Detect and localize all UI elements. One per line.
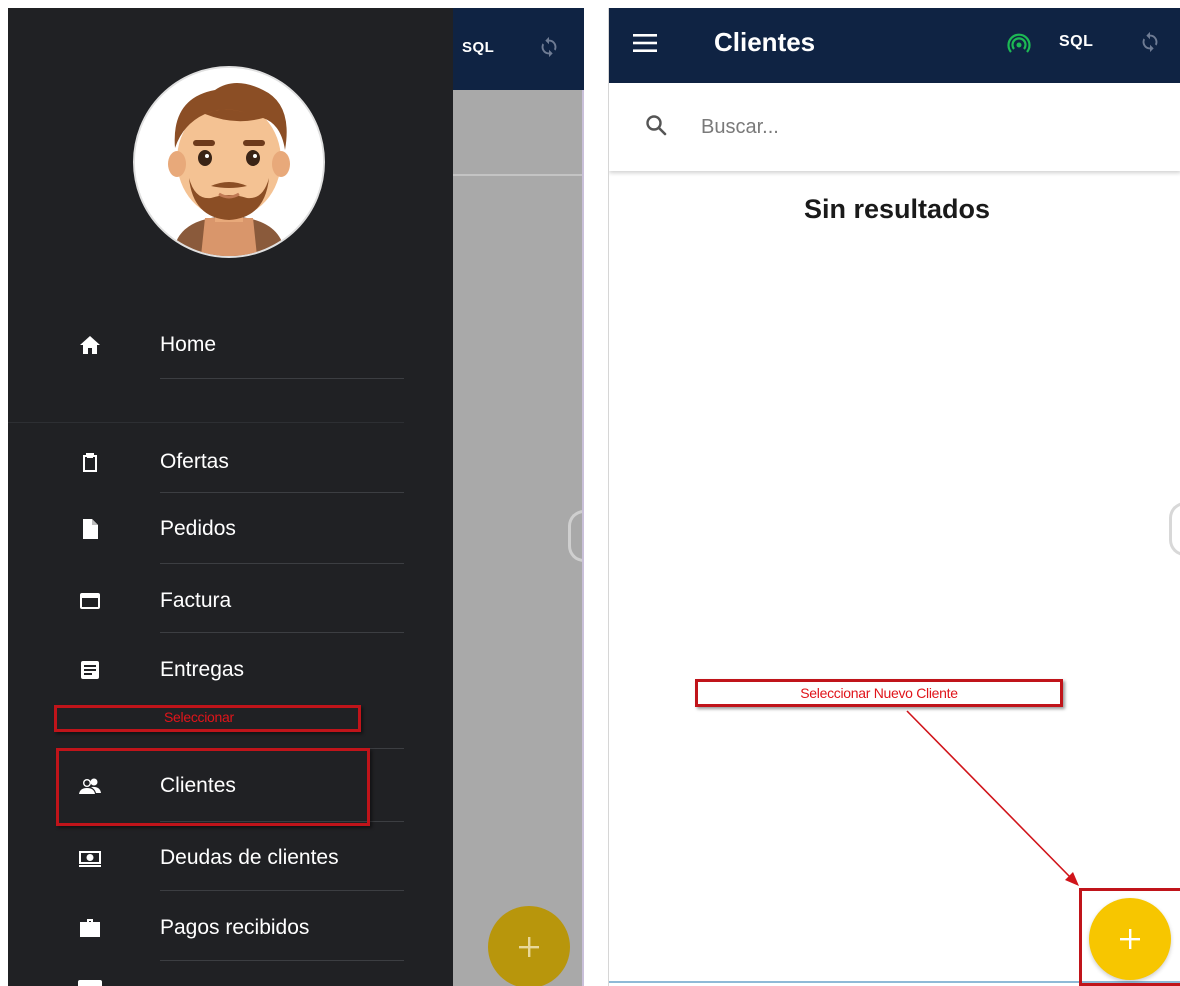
left-screen-drawer-open: SQL Home Ofertas Pedidos Factura Entrega… [8,8,584,986]
right-screen-clientes: Clientes SQL Sin resultados Seleccionar … [608,8,1180,986]
divider [160,890,404,891]
drawer-item-label: Deudas de clientes [160,846,339,869]
add-button-dimmed [488,906,570,986]
home-icon [80,336,100,354]
drawer-item-label: Home [160,333,217,356]
drawer-item-pagos-recibidos[interactable]: Pagos recibidos [8,898,453,958]
briefcase-icon [80,919,100,937]
plus-icon [519,937,539,957]
search-input[interactable] [701,109,1141,145]
drawer-item-entregas[interactable]: Entregas [8,640,453,700]
divider [160,960,404,961]
drawer-item-label: Factura [160,589,232,612]
avatar[interactable] [133,66,325,258]
sql-label[interactable]: SQL [462,39,494,56]
drawer-item-ofertas[interactable]: Ofertas [8,432,453,492]
divider [160,492,404,493]
annotation-box-clientes [56,748,370,826]
search-bar [609,83,1180,171]
money-icon [79,851,101,867]
list-document-icon [81,661,99,679]
page-title: Clientes [714,27,816,57]
drawer-item-partial [78,980,102,986]
drawer-item-label: Pagos recibidos [160,916,310,939]
divider [160,563,404,564]
sync-icon[interactable] [538,36,560,58]
annotation-callout: Seleccionar Nuevo Cliente [695,679,1063,707]
divider [160,632,404,633]
drawer-item-pedidos[interactable]: Pedidos [8,499,453,559]
drawer-item-home[interactable]: Home [8,315,453,375]
edge-handle [1169,502,1180,556]
avatar-illustration [135,68,323,256]
annotation-label: Seleccionar [164,709,234,725]
screenshot-canvas: SQL Home Ofertas Pedidos Factura Entrega… [0,0,1180,986]
annotation-box-add-button [1079,888,1180,986]
search-icon [646,115,667,136]
divider [452,174,584,176]
sql-label[interactable]: SQL [1059,33,1093,51]
right-app-bar: Clientes SQL [609,8,1180,83]
empty-state-message: Sin resultados [803,194,991,224]
hamburger-menu-icon[interactable] [633,33,657,53]
divider [160,378,404,379]
drawer-item-deudas-de-clientes[interactable]: Deudas de clientes [8,828,453,888]
credit-card-icon [80,593,100,609]
drawer-item-factura[interactable]: Factura [8,571,453,631]
drawer-item-label: Entregas [160,658,245,681]
clipboard-icon [83,453,97,472]
drawer-item-label: Ofertas [160,450,229,473]
screen-border [582,90,584,986]
signal-icon[interactable] [1007,32,1031,56]
divider [8,422,404,423]
document-icon [83,519,98,539]
drawer-item-label: Pedidos [160,517,236,540]
navigation-drawer: Home Ofertas Pedidos Factura Entregas Cl… [8,8,453,986]
sync-icon[interactable] [1139,31,1161,53]
annotation-label: Seleccionar Nuevo Cliente [800,685,958,701]
